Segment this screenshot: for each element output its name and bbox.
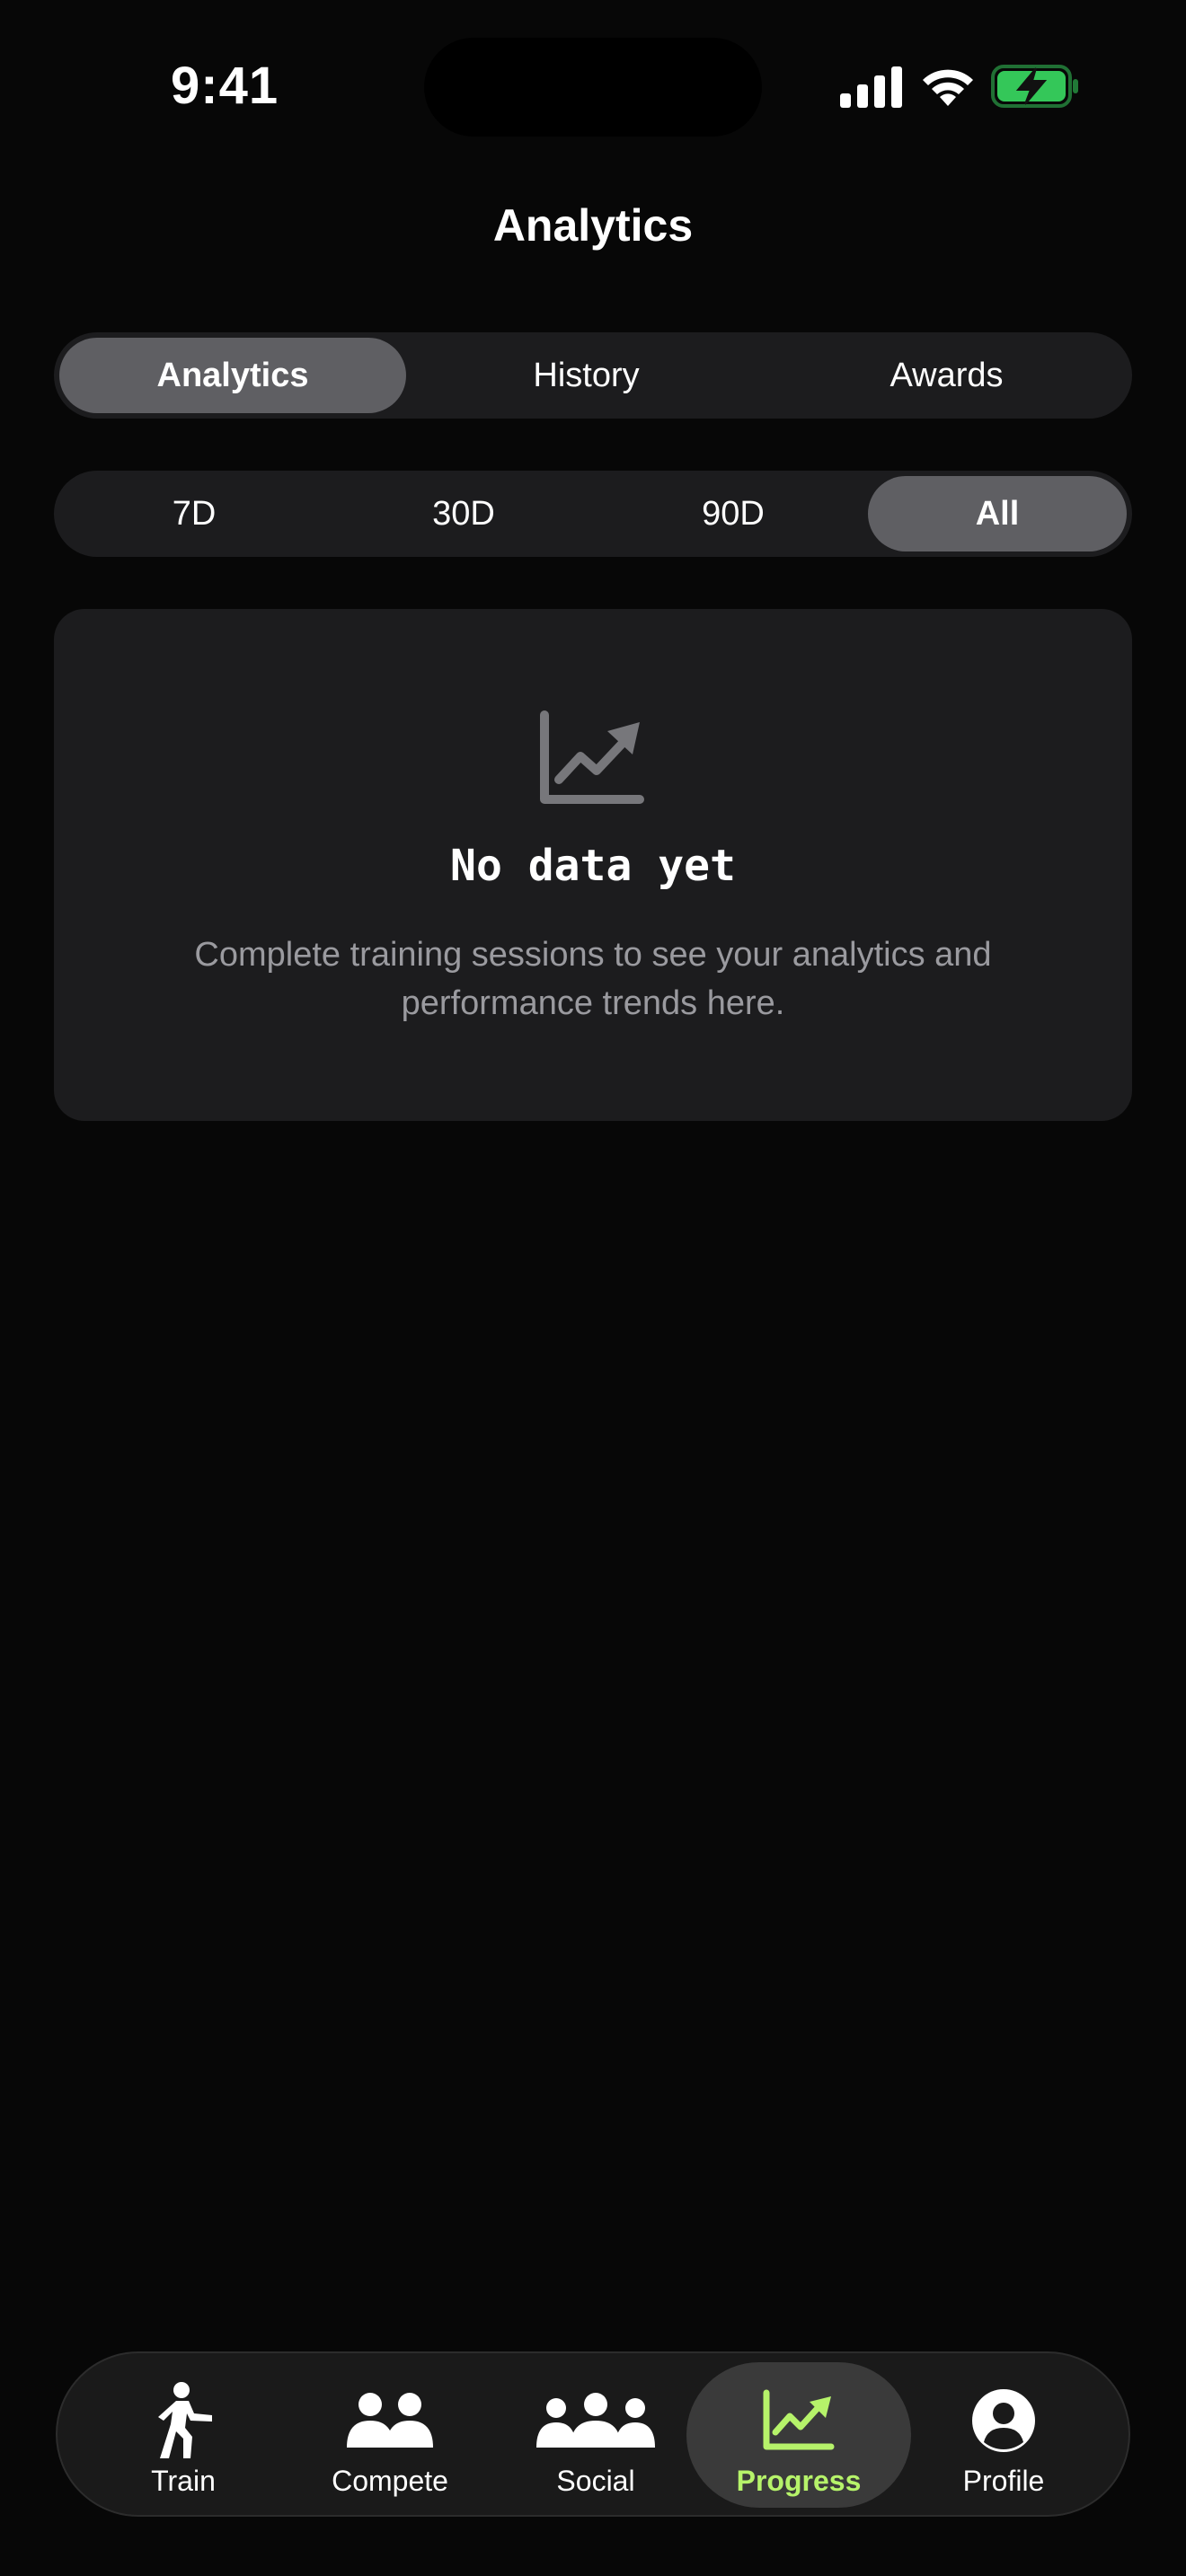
chart-line-up-icon [540,710,644,804]
group-icon [536,2393,655,2448]
profile-icon [972,2389,1035,2452]
tab-social[interactable]: Social [483,2362,708,2508]
range-7d[interactable]: 7D [59,476,329,551]
tab-profile-label: Profile [962,2465,1045,2497]
bottom-tab-bar: Train Compete Social Progress Profile [56,2351,1130,2517]
range-segmented-control: 7D 30D 90D All [54,471,1132,557]
tab-awards[interactable]: Awards [766,338,1127,413]
tab-profile[interactable]: Profile [891,2362,1116,2508]
tab-progress-label: Progress [736,2465,862,2497]
tab-social-label: Social [556,2465,635,2497]
range-all[interactable]: All [868,476,1127,551]
empty-state-card: No data yet Complete training sessions t… [54,609,1132,1121]
tab-train-label: Train [151,2465,216,2497]
empty-state-description: Complete training sessions to see your a… [194,936,992,1022]
dynamic-island [424,38,762,137]
chart-line-up-icon [763,2389,835,2450]
tab-train[interactable]: Train [71,2362,296,2508]
battery-charging-icon [991,65,1078,108]
wifi-icon [923,69,973,106]
tab-compete-label: Compete [332,2465,448,2497]
view-segmented-control: Analytics History Awards [54,332,1132,419]
tab-compete[interactable]: Compete [278,2362,502,2508]
range-90d[interactable]: 90D [598,476,868,551]
tab-progress[interactable]: Progress [686,2362,911,2508]
empty-state-title: No data yet [450,841,736,891]
page-title: Analytics [492,200,694,251]
status-time: 9:41 [171,57,279,115]
runner-icon [158,2382,212,2458]
two-people-icon [347,2393,433,2448]
analytics-screen: 9:41 Analytics Analytics History Awards … [0,0,1186,2576]
cellular-signal-icon [840,66,902,108]
range-30d[interactable]: 30D [329,476,598,551]
tab-history[interactable]: History [406,338,766,413]
tab-analytics[interactable]: Analytics [59,338,406,413]
